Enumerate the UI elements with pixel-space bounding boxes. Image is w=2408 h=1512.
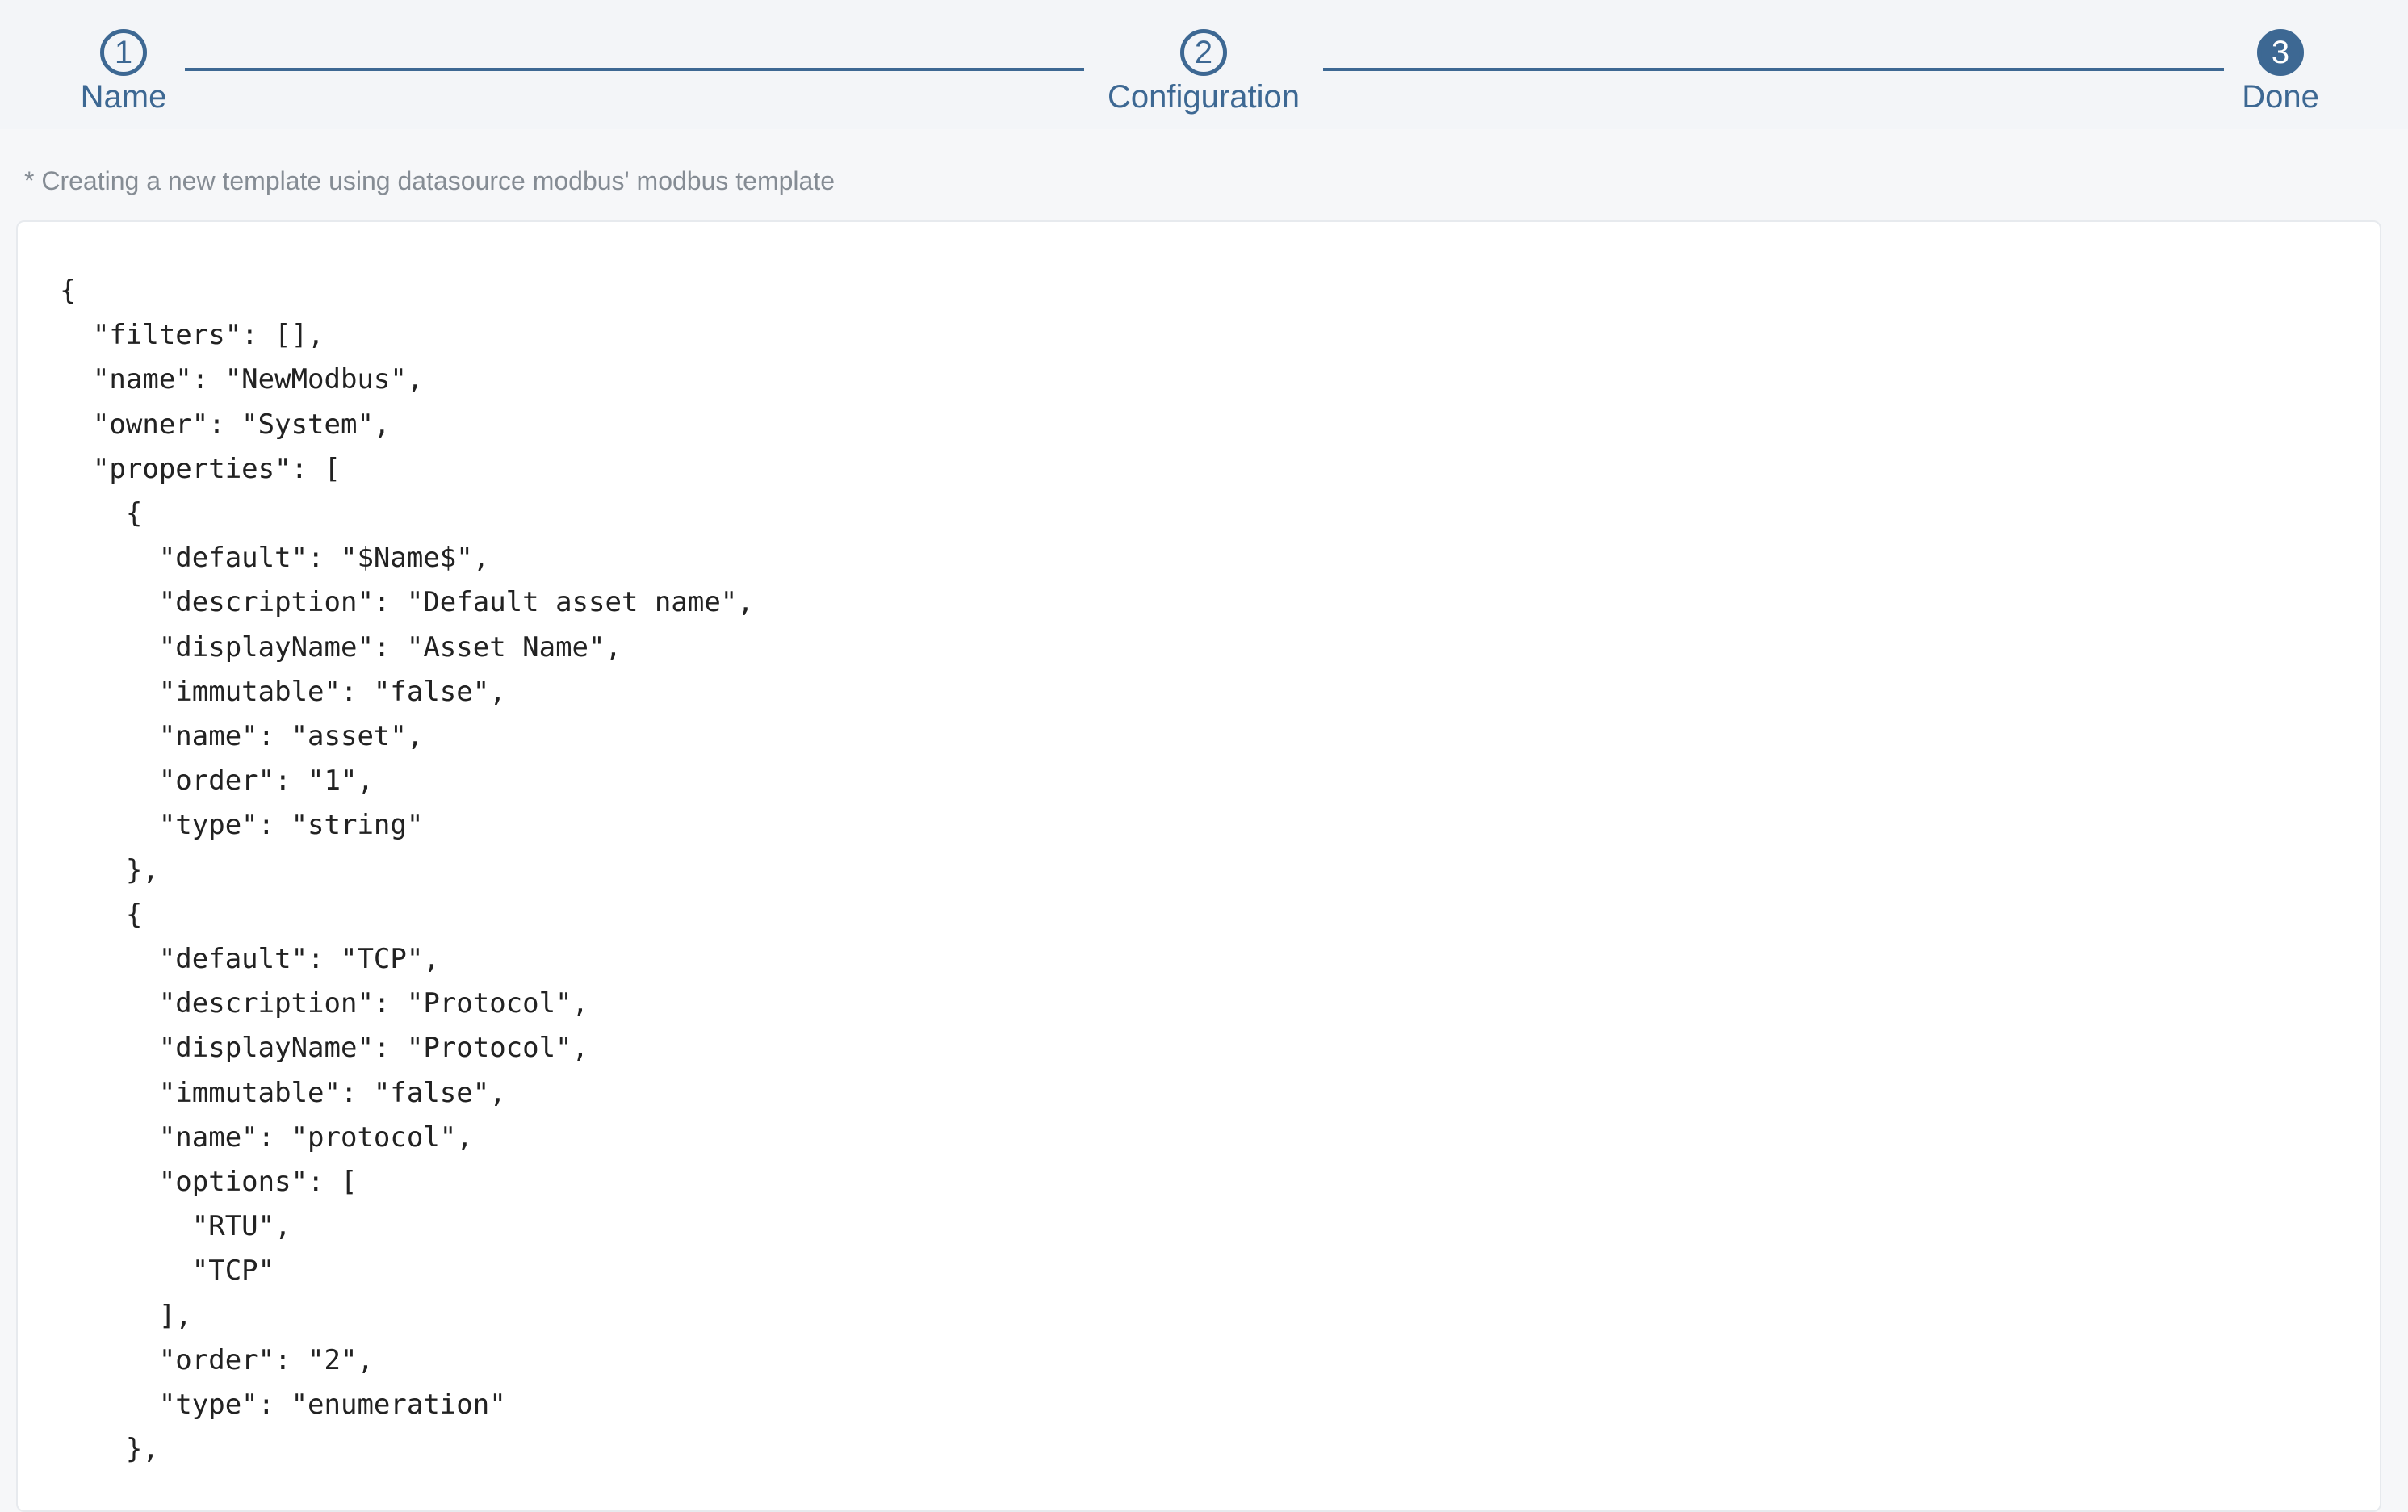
step-2-circle: 2 xyxy=(1180,29,1227,76)
step-configuration[interactable]: 2 Configuration xyxy=(1086,29,1321,115)
template-json-code: { "filters": [], "name": "NewModbus", "o… xyxy=(60,274,754,1466)
step-1-circle: 1 xyxy=(100,29,147,76)
step-3-label: Done xyxy=(2242,79,2319,115)
step-1-label: Name xyxy=(80,79,167,115)
template-json-viewer[interactable]: { "filters": [], "name": "NewModbus", "o… xyxy=(16,220,2381,1512)
step-3-circle: 3 xyxy=(2257,29,2304,76)
step-connector-2-3 xyxy=(1323,68,2224,71)
step-name[interactable]: 1 Name xyxy=(77,29,170,115)
step-done[interactable]: 3 Done xyxy=(2224,29,2337,115)
step-2-label: Configuration xyxy=(1108,79,1300,115)
template-info-note: * Creating a new template using datasour… xyxy=(24,166,835,195)
wizard-stepper: 1 Name 2 Configuration 3 Done xyxy=(0,0,2408,129)
step-connector-1-2 xyxy=(185,68,1084,71)
